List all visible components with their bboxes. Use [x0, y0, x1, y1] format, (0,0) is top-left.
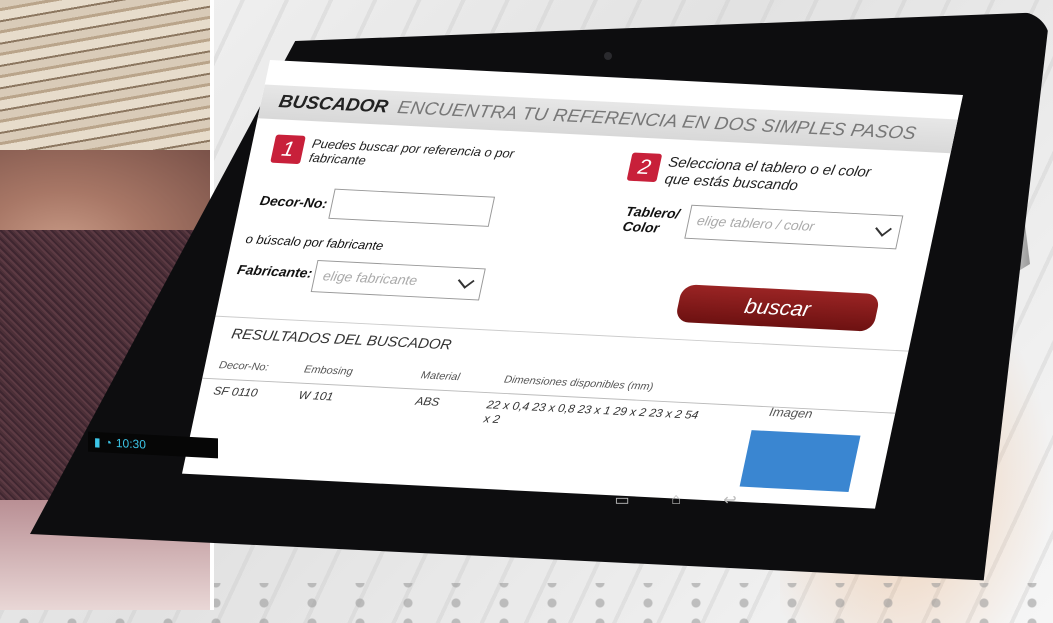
tablero-label: Tablero/ Color — [621, 203, 682, 236]
result-image-thumbnail[interactable] — [739, 430, 861, 493]
status-time: 10:30 — [115, 436, 146, 452]
fabricante-select[interactable]: elige fabricante — [310, 260, 486, 301]
row-embosing: W 101 — [297, 388, 335, 404]
wifi-icon: ◔ — [104, 435, 112, 450]
chevron-down-icon — [875, 220, 892, 237]
col-dimensiones: Dimensiones disponibles (mm) — [502, 374, 655, 393]
fabricante-placeholder: elige fabricante — [321, 267, 419, 288]
step-1-text: Puedes buscar por referencia o por fabri… — [307, 136, 516, 168]
camera-icon — [604, 52, 612, 60]
row-decor: SF 0110 — [212, 384, 259, 400]
tablero-placeholder: elige tablero / color — [695, 212, 816, 234]
alt-search-text: o búscalo por fabricante — [244, 231, 385, 253]
battery-icon: ▮ — [94, 434, 101, 450]
row-material: ABS — [414, 394, 441, 409]
decor-input[interactable] — [328, 188, 496, 227]
back-icon[interactable]: ↩ — [720, 492, 740, 509]
home-icon[interactable]: ⌂ — [666, 491, 686, 508]
step-2-text: Selecciona el tablero o el color que est… — [663, 154, 873, 194]
tablet-screen: BUSCADOR ENCUENTRA TU REFERENCIA EN DOS … — [182, 60, 963, 509]
results-title: RESULTADOS DEL BUSCADOR — [230, 326, 453, 354]
page-subtitle: ENCUENTRA TU REFERENCIA EN DOS SIMPLES P… — [395, 97, 919, 144]
chevron-down-icon — [457, 272, 475, 289]
page-title: BUSCADOR — [277, 91, 390, 118]
fabricante-label: Fabricante: — [235, 261, 314, 281]
col-embosing: Embosing — [303, 363, 354, 378]
recent-apps-icon[interactable]: ▭ — [612, 492, 632, 509]
decor-label: Decor-No: — [258, 192, 329, 212]
col-material: Material — [419, 369, 461, 384]
col-decor: Decor-No: — [217, 359, 270, 374]
tablero-select[interactable]: elige tablero / color — [684, 204, 904, 250]
step-1-badge: 1 — [270, 134, 306, 165]
android-nav-bar: ▭ ⌂ ↩ — [612, 491, 740, 509]
search-button[interactable]: buscar — [674, 284, 881, 332]
step-2: 2 Selecciona el tablero o el color que e… — [625, 152, 898, 199]
step-1: 1 Puedes buscar por referencia o por fab… — [270, 134, 541, 176]
step-2-badge: 2 — [626, 152, 663, 183]
row-dimensions: 22 x 0,4 23 x 0,8 23 x 1 29 x 2 23 x 2 5… — [482, 397, 700, 426]
